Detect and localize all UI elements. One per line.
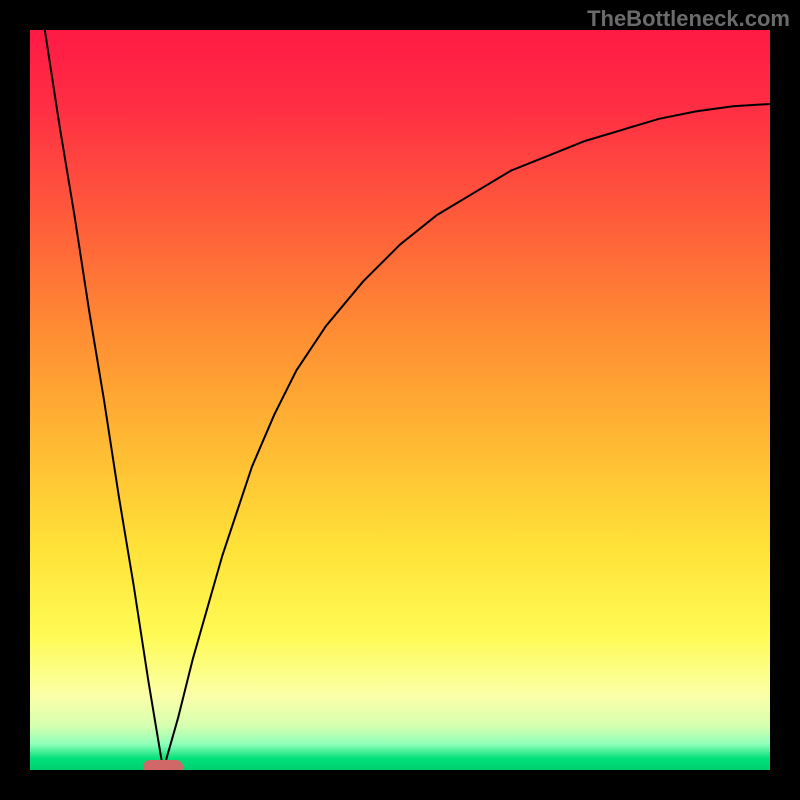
bottleneck-curve bbox=[45, 30, 770, 770]
optimal-marker bbox=[143, 760, 183, 770]
curve-svg bbox=[30, 30, 770, 770]
watermark-label: TheBottleneck.com bbox=[587, 6, 790, 32]
plot-area bbox=[30, 30, 770, 770]
chart-frame: TheBottleneck.com bbox=[0, 0, 800, 800]
